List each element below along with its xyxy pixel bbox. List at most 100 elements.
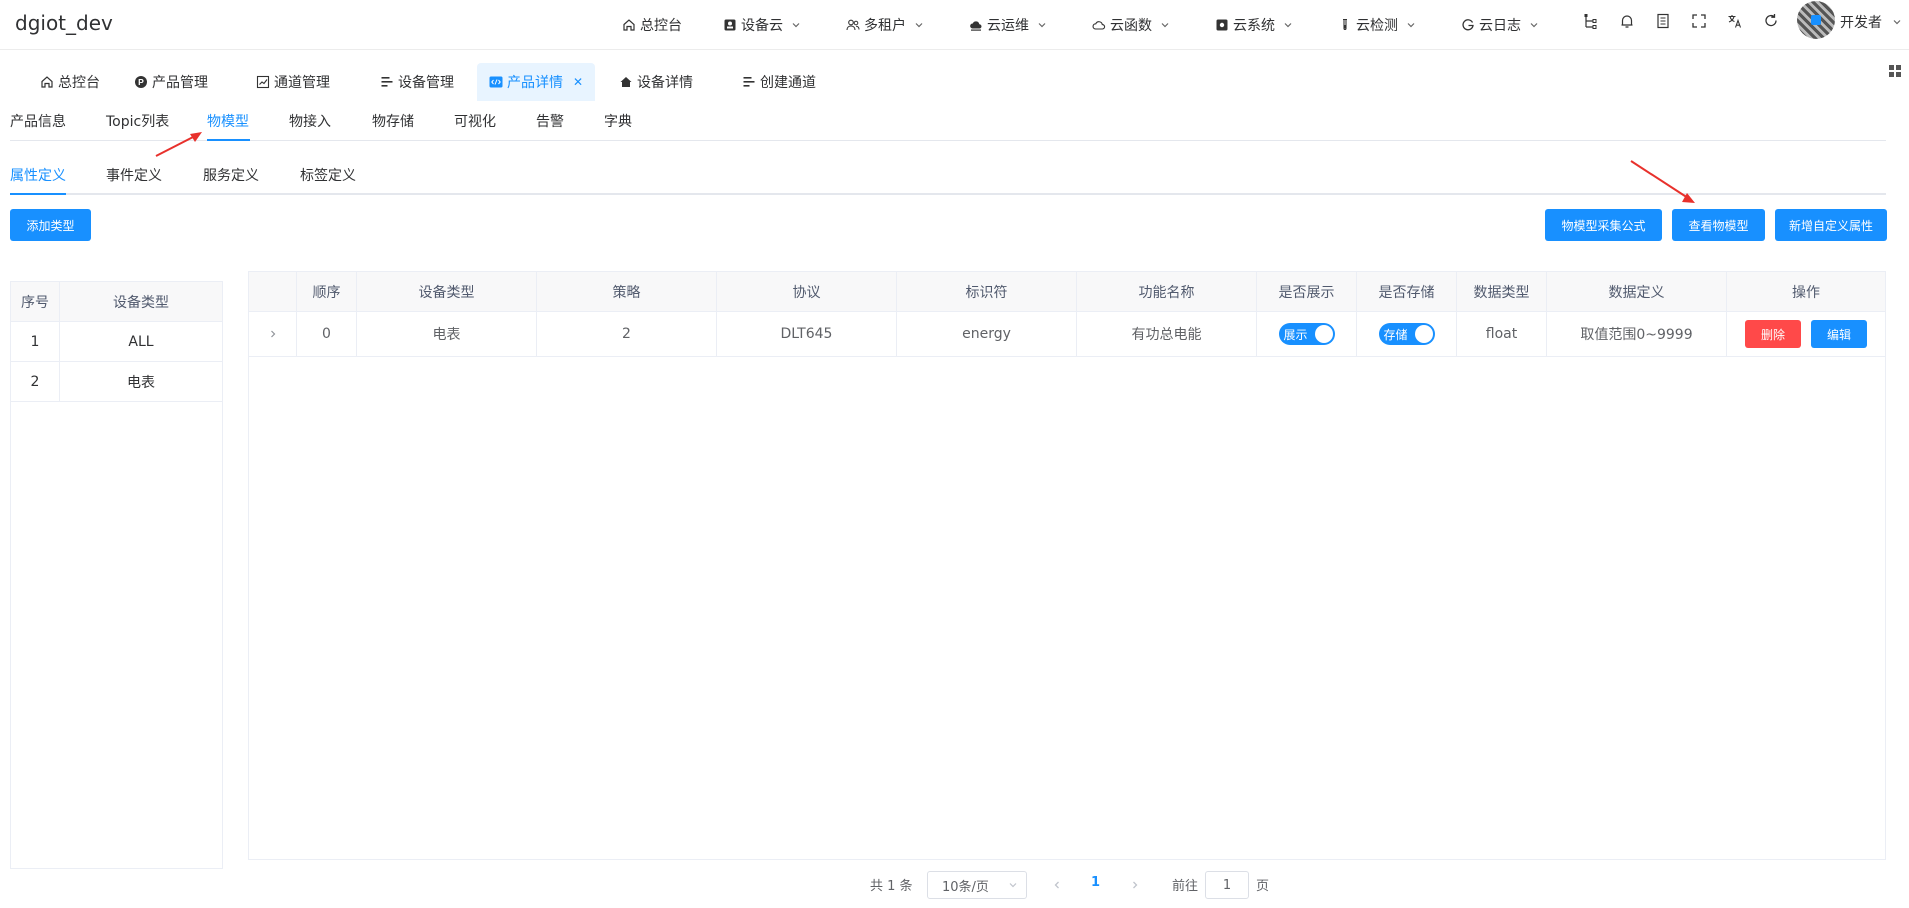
goto-page-input[interactable]: 1 (1205, 871, 1249, 899)
tab-view-dashboard[interactable]: 总控台 (40, 63, 100, 101)
top-header: dgiot_dev 总控台 设备云 多租户 云运维 云函数 云系统 云检测 云日… (0, 0, 1909, 50)
order-cell: 0 (297, 312, 357, 357)
show-cell: 展示 (1257, 312, 1357, 357)
tab-view-channel-management[interactable]: 通道管理 (256, 63, 330, 101)
edit-button[interactable]: 编辑 (1811, 320, 1867, 348)
nav-label: 云检测 (1356, 18, 1398, 34)
users-icon (846, 19, 860, 31)
subtab-service-definition[interactable]: 服务定义 (203, 165, 259, 185)
grid-icon[interactable] (1888, 64, 1902, 78)
data-type-cell: float (1457, 312, 1547, 357)
nav-device-cloud[interactable]: 设备云 (723, 14, 801, 36)
nav-cloud-ops[interactable]: 云运维 (969, 14, 1047, 36)
tab-product-info[interactable]: 产品信息 (10, 111, 66, 131)
table-row[interactable]: 1 ALL (11, 322, 222, 362)
column-header: 顺序 (297, 272, 357, 312)
current-page[interactable]: 1 (1091, 875, 1100, 890)
column-header: 数据类型 (1457, 272, 1547, 312)
nav-label: 云运维 (987, 18, 1029, 34)
cloud-icon (1092, 21, 1106, 30)
device-type-cell: 电表 (357, 312, 537, 357)
collect-formula-button[interactable]: 物模型采集公式 (1545, 209, 1662, 241)
brand-title[interactable]: dgiot_dev (15, 11, 113, 35)
tab-thing-model[interactable]: 物模型 (207, 111, 249, 131)
column-header: 设备类型 (357, 272, 537, 312)
nav-cloud-functions[interactable]: 云函数 (1092, 14, 1170, 36)
translate-icon[interactable] (1726, 12, 1744, 30)
svg-text:P: P (138, 77, 144, 87)
tab-view-device-detail[interactable]: 设备详情 (619, 63, 693, 101)
nav-cloud-logs[interactable]: 云日志 (1461, 14, 1539, 36)
delete-button[interactable]: 删除 (1745, 320, 1801, 348)
tab-view-label: 设备管理 (398, 75, 454, 91)
toggle-knob (1314, 325, 1333, 343)
add-type-button[interactable]: 添加类型 (10, 209, 91, 241)
add-custom-property-button[interactable]: 新增自定义属性 (1775, 209, 1887, 241)
fullscreen-icon[interactable] (1690, 12, 1708, 30)
tabs-divider (10, 140, 1886, 141)
function-name-cell: 有功总电能 (1077, 312, 1257, 357)
device-icon (724, 19, 736, 31)
chart-icon (256, 75, 270, 89)
subtab-tag-definition[interactable]: 标签定义 (300, 165, 356, 185)
refresh-icon[interactable] (1762, 12, 1780, 30)
tab-view-label: 总控台 (58, 75, 100, 91)
nav-multi-tenant[interactable]: 多租户 (846, 14, 924, 36)
log-icon (1462, 19, 1474, 31)
nav-label: 总控台 (640, 18, 682, 34)
tab-thing-access[interactable]: 物接入 (289, 111, 331, 131)
tab-view-label: 设备详情 (637, 75, 693, 91)
page-suffix: 页 (1256, 879, 1270, 894)
column-header: 是否展示 (1257, 272, 1357, 312)
tab-view-device-management[interactable]: 设备管理 (380, 63, 454, 101)
column-header: 标识符 (897, 272, 1077, 312)
nav-dashboard[interactable]: 总控台 (622, 14, 682, 36)
test-tube-icon (1343, 18, 1347, 31)
store-cell: 存储 (1357, 312, 1457, 357)
tab-dictionary[interactable]: 字典 (604, 111, 632, 131)
identifier-cell: energy (897, 312, 1077, 357)
expand-row-toggle[interactable] (249, 312, 297, 357)
tab-view-label: 产品详情 (507, 75, 563, 91)
username-dropdown[interactable]: 开发者 (1840, 12, 1902, 32)
tab-thing-storage[interactable]: 物存储 (372, 111, 414, 131)
show-toggle[interactable]: 展示 (1278, 323, 1335, 345)
device-type-table: 序号 设备类型 1 ALL 2 电表 (10, 281, 223, 869)
subtab-property-definition[interactable]: 属性定义 (10, 165, 66, 185)
avatar[interactable] (1797, 1, 1835, 39)
chevron-down-icon (1009, 883, 1017, 888)
subtabs-divider (10, 193, 1886, 195)
tab-visualization[interactable]: 可视化 (454, 111, 496, 131)
chevron-down-icon (915, 23, 923, 28)
page-size-select[interactable]: 10条/页 (927, 871, 1027, 899)
home-icon (41, 76, 53, 88)
house-icon (620, 77, 632, 87)
subtab-event-definition[interactable]: 事件定义 (106, 165, 162, 185)
tab-alarm[interactable]: 告警 (536, 111, 564, 131)
pagination-total: 共 1 条 (870, 879, 913, 894)
tab-view-product-detail[interactable]: 产品详情 ✕ (477, 63, 596, 101)
device-type-cell: ALL (128, 334, 154, 350)
home-icon (623, 19, 635, 31)
next-page-icon[interactable] (1130, 880, 1140, 890)
chevron-down-icon (1530, 23, 1538, 28)
tree-icon[interactable] (1582, 12, 1600, 30)
tab-view-create-channel[interactable]: 创建通道 (742, 63, 816, 101)
column-header: 设备类型 (113, 295, 169, 311)
view-thing-model-button[interactable]: 查看物模型 (1672, 209, 1765, 241)
store-toggle[interactable]: 存储 (1378, 323, 1435, 345)
tab-view-product-management[interactable]: P 产品管理 (134, 63, 208, 101)
nav-cloud-system[interactable]: 云系统 (1215, 14, 1293, 36)
table-row[interactable]: 2 电表 (11, 362, 222, 402)
chevron-down-icon (1161, 23, 1169, 28)
column-header: 是否存储 (1357, 272, 1457, 312)
document-icon[interactable] (1654, 12, 1672, 30)
nav-cloud-testing[interactable]: 云检测 (1338, 14, 1416, 36)
nav-label: 设备云 (741, 18, 783, 34)
data-definition-cell: 取值范围0~9999 (1547, 312, 1727, 357)
nav-label: 云系统 (1233, 18, 1275, 34)
bell-icon[interactable] (1618, 12, 1636, 30)
goto-page-value: 1 (1222, 877, 1232, 893)
close-icon[interactable]: ✕ (573, 75, 583, 89)
prev-page-icon[interactable] (1052, 880, 1062, 890)
